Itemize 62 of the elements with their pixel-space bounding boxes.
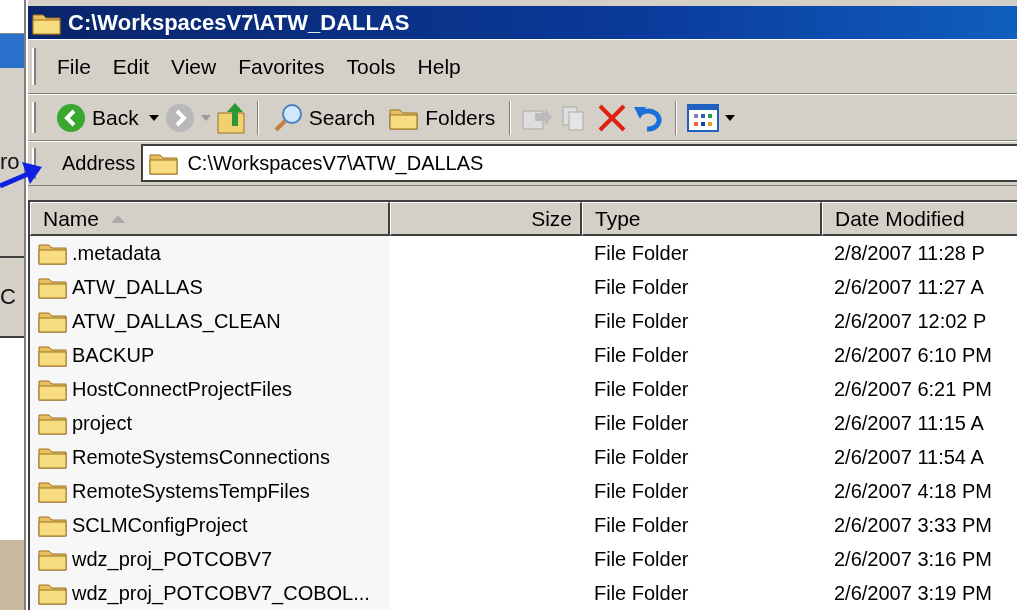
folder-icon — [149, 151, 180, 176]
address-field[interactable]: C:\WorkspacesV7\ATW_DALLAS — [141, 144, 1017, 183]
date-modified: 2/6/2007 11:15 A — [834, 411, 984, 435]
date-modified: 2/6/2007 12:02 P — [834, 309, 987, 333]
folder-icon — [38, 479, 68, 503]
column-header[interactable]: Size — [390, 202, 582, 236]
column-header[interactable]: Type — [582, 202, 822, 236]
folder-icon — [38, 377, 68, 401]
date-modified: 2/6/2007 6:21 PM — [834, 377, 992, 401]
folder-icon — [38, 411, 68, 435]
column-header[interactable]: Name — [30, 202, 390, 236]
folder-icon — [38, 343, 68, 367]
photo-placeholder — [0, 540, 24, 610]
search-icon — [272, 102, 303, 133]
date-modified: 2/6/2007 11:54 A — [834, 445, 984, 469]
menu-item[interactable]: View — [160, 50, 228, 83]
menu-item[interactable]: Tools — [335, 50, 407, 83]
window-title: C:\WorkspacesV7\ATW_DALLAS — [68, 9, 410, 36]
file-type: File Folder — [594, 377, 689, 401]
back-button[interactable]: Back — [52, 100, 143, 135]
file-name[interactable]: .metadata — [72, 241, 161, 265]
window-text: C — [0, 284, 16, 310]
menu-item[interactable]: File — [46, 50, 102, 83]
file-name[interactable]: project — [72, 411, 133, 435]
folders-button[interactable]: Folders — [385, 103, 500, 132]
address-label: Address — [61, 152, 137, 175]
folder-icon — [38, 445, 68, 469]
caret-icon[interactable] — [148, 114, 159, 121]
views-icon[interactable] — [687, 103, 720, 132]
file-type: File Folder — [594, 309, 689, 333]
folder-icon — [38, 547, 68, 571]
file-type: File Folder — [594, 445, 689, 469]
column-header[interactable]: Date Modified — [822, 202, 1017, 236]
menu-item[interactable]: Help — [406, 50, 472, 83]
file-type: File Folder — [594, 581, 689, 605]
date-modified: 2/6/2007 11:27 A — [834, 275, 984, 299]
file-type: File Folder — [594, 479, 689, 503]
date-modified: 2/6/2007 3:19 PM — [834, 581, 992, 605]
menu-item[interactable]: Edit — [101, 50, 161, 83]
window-strip — [0, 34, 24, 68]
window-text: ro — [0, 149, 20, 175]
file-type: File Folder — [594, 411, 689, 435]
file-type: File Folder — [594, 275, 689, 299]
date-modified: 2/8/2007 11:28 P — [834, 241, 985, 265]
file-type: File Folder — [594, 343, 689, 367]
folder-icon — [38, 581, 68, 605]
file-type: File Folder — [594, 513, 689, 537]
delete-icon[interactable] — [597, 102, 628, 133]
date-modified: 2/6/2007 4:18 PM — [834, 479, 992, 503]
caret-icon[interactable] — [725, 114, 736, 121]
date-modified: 2/6/2007 3:16 PM — [834, 547, 992, 571]
folder-icon — [38, 309, 68, 333]
menu-item[interactable]: Favorites — [227, 50, 336, 83]
folder-icon — [38, 513, 68, 537]
file-type: File Folder — [594, 241, 689, 265]
date-modified: 2/6/2007 6:10 PM — [834, 343, 992, 367]
search-button[interactable]: Search — [268, 100, 380, 135]
folder-icon — [38, 241, 68, 265]
file-name[interactable]: BACKUP — [72, 343, 155, 367]
file-type: File Folder — [594, 547, 689, 571]
folder-icon — [38, 275, 68, 299]
date-modified: 2/6/2007 3:33 PM — [834, 513, 992, 537]
